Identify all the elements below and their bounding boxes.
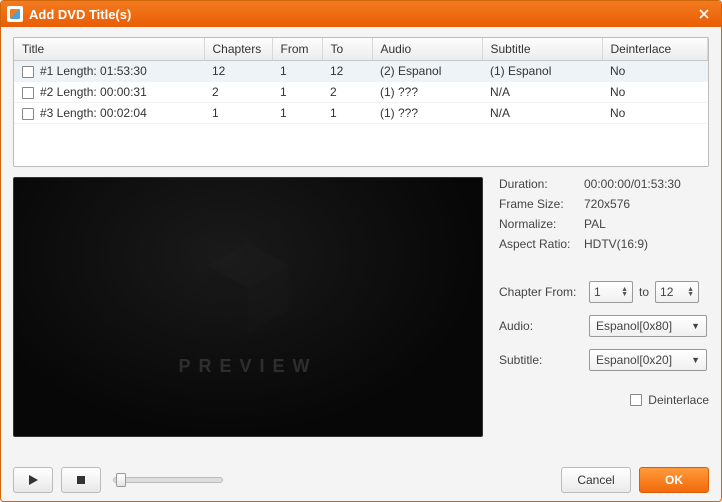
- bottom-controls: Cancel OK: [13, 467, 709, 493]
- table-cell: (1) ???: [372, 82, 482, 103]
- table-cell: 12: [322, 61, 372, 82]
- play-button[interactable]: [13, 467, 53, 493]
- framesize-label: Frame Size:: [499, 197, 584, 211]
- table-cell: 1: [272, 82, 322, 103]
- table-cell: 1: [272, 61, 322, 82]
- table-row[interactable]: #3 Length: 00:02:04111(1) ???N/ANo: [14, 103, 708, 124]
- table-cell: 2: [322, 82, 372, 103]
- table-header-row: Title Chapters From To Audio Subtitle De…: [14, 38, 708, 61]
- chevron-down-icon: ▼: [691, 321, 700, 331]
- preview-label: PREVIEW: [178, 356, 317, 377]
- table-cell: (1) Espanol: [482, 61, 602, 82]
- normalize-label: Normalize:: [499, 217, 584, 231]
- chapter-from-label: Chapter From:: [499, 285, 589, 299]
- subtitle-select-value: Espanol[0x20]: [596, 353, 672, 367]
- chevron-down-icon: ▼: [691, 355, 700, 365]
- table-cell: #2 Length: 00:00:31: [14, 82, 204, 103]
- table-cell: No: [602, 82, 708, 103]
- chapter-to-spinner[interactable]: 12 ▲▼: [655, 281, 699, 303]
- stop-icon: [76, 475, 86, 485]
- deinterlace-checkbox[interactable]: [630, 394, 642, 406]
- table-cell: N/A: [482, 82, 602, 103]
- col-title[interactable]: Title: [14, 38, 204, 61]
- deinterlace-label: Deinterlace: [648, 393, 709, 407]
- table-cell: N/A: [482, 103, 602, 124]
- app-icon: [7, 6, 23, 22]
- dialog-add-dvd-titles: Add DVD Title(s) Title Chapters From To …: [0, 0, 722, 502]
- table-cell: 12: [204, 61, 272, 82]
- audio-select-value: Espanol[0x80]: [596, 319, 672, 333]
- table-cell: 1: [322, 103, 372, 124]
- slider-thumb[interactable]: [116, 473, 126, 487]
- table-cell: 1: [272, 103, 322, 124]
- framesize-value: 720x576: [584, 197, 630, 211]
- spinner-arrows-icon: ▲▼: [621, 287, 628, 297]
- spinner-arrows-icon: ▲▼: [687, 287, 694, 297]
- table-cell: #1 Length: 01:53:30: [14, 61, 204, 82]
- close-icon: [699, 9, 709, 19]
- duration-label: Duration:: [499, 177, 584, 191]
- info-panel: Duration:00:00:00/01:53:30 Frame Size:72…: [499, 177, 709, 459]
- seek-slider[interactable]: [113, 477, 223, 483]
- content-area: Title Chapters From To Audio Subtitle De…: [1, 27, 721, 501]
- aspect-value: HDTV(16:9): [584, 237, 648, 251]
- table-row[interactable]: #2 Length: 00:00:31212(1) ???N/ANo: [14, 82, 708, 103]
- row-checkbox[interactable]: [22, 66, 34, 78]
- col-from[interactable]: From: [272, 38, 322, 61]
- chapter-from-value: 1: [594, 285, 601, 299]
- audio-select[interactable]: Espanol[0x80] ▼: [589, 315, 707, 337]
- aspect-label: Aspect Ratio:: [499, 237, 584, 251]
- duration-value: 00:00:00/01:53:30: [584, 177, 681, 191]
- table-cell: #3 Length: 00:02:04: [14, 103, 204, 124]
- table-cell: No: [602, 103, 708, 124]
- table-cell: 2: [204, 82, 272, 103]
- col-to[interactable]: To: [322, 38, 372, 61]
- chapter-from-spinner[interactable]: 1 ▲▼: [589, 281, 633, 303]
- table-cell: (2) Espanol: [372, 61, 482, 82]
- titles-table[interactable]: Title Chapters From To Audio Subtitle De…: [13, 37, 709, 167]
- subtitle-label: Subtitle:: [499, 353, 589, 367]
- col-deinterlace[interactable]: Deinterlace: [602, 38, 708, 61]
- titlebar[interactable]: Add DVD Title(s): [1, 1, 721, 27]
- ok-button[interactable]: OK: [639, 467, 709, 493]
- col-chapters[interactable]: Chapters: [204, 38, 272, 61]
- row-checkbox[interactable]: [22, 108, 34, 120]
- table-cell: (1) ???: [372, 103, 482, 124]
- stop-button[interactable]: [61, 467, 101, 493]
- table-cell: No: [602, 61, 708, 82]
- col-audio[interactable]: Audio: [372, 38, 482, 61]
- close-button[interactable]: [693, 5, 715, 23]
- to-label: to: [639, 285, 649, 299]
- chapter-to-value: 12: [660, 285, 673, 299]
- table-cell: 1: [204, 103, 272, 124]
- cancel-button-label: Cancel: [577, 473, 614, 487]
- col-subtitle[interactable]: Subtitle: [482, 38, 602, 61]
- normalize-value: PAL: [584, 217, 606, 231]
- table-row[interactable]: #1 Length: 01:53:3012112(2) Espanol(1) E…: [14, 61, 708, 82]
- cancel-button[interactable]: Cancel: [561, 467, 631, 493]
- row-checkbox[interactable]: [22, 87, 34, 99]
- audio-label: Audio:: [499, 319, 589, 333]
- preview-cube-icon: [203, 238, 293, 338]
- subtitle-select[interactable]: Espanol[0x20] ▼: [589, 349, 707, 371]
- window-title: Add DVD Title(s): [29, 7, 693, 22]
- play-icon: [27, 474, 39, 486]
- ok-button-label: OK: [665, 473, 683, 487]
- preview-pane[interactable]: PREVIEW: [13, 177, 483, 437]
